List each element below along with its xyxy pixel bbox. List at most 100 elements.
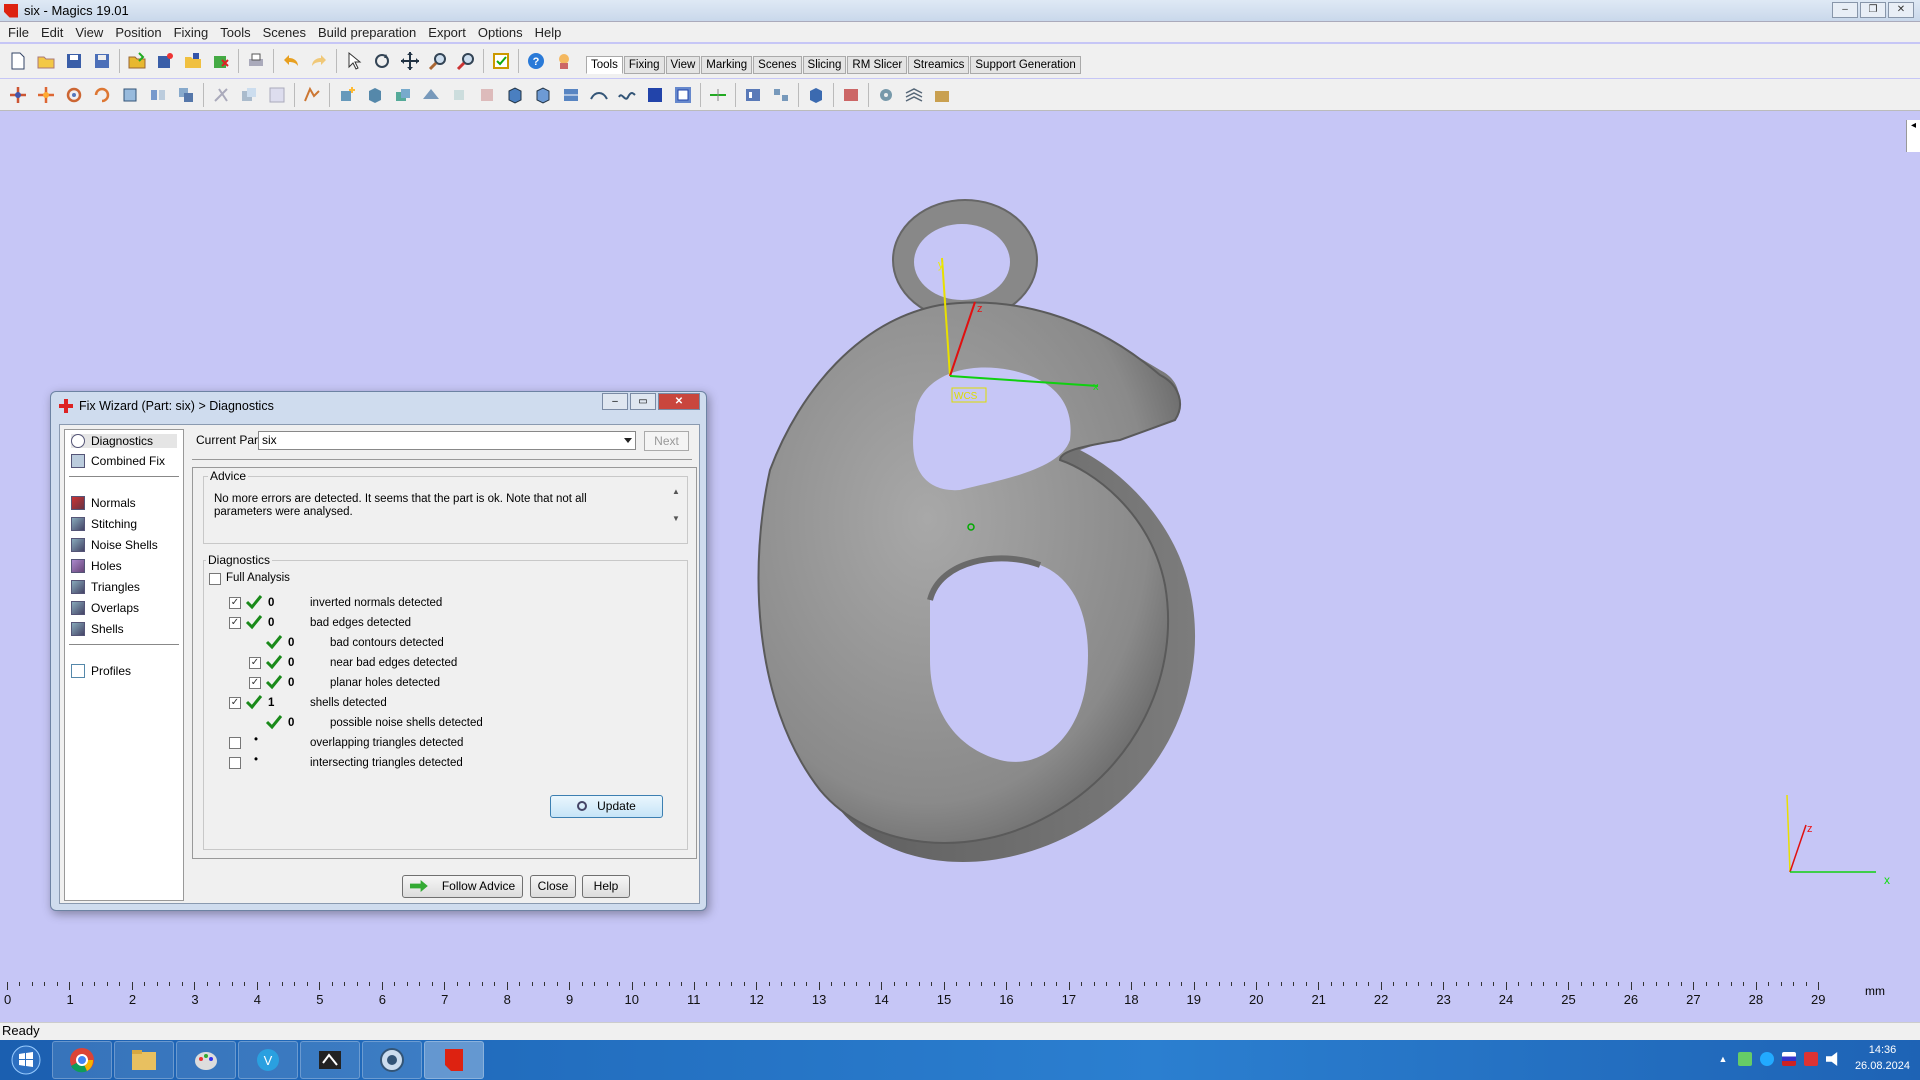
- package-icon[interactable]: [930, 83, 954, 107]
- pan-view-icon[interactable]: [398, 49, 422, 73]
- unload-part-icon[interactable]: [209, 49, 233, 73]
- tab-marking[interactable]: Marking: [701, 56, 753, 74]
- translate-to-default-icon[interactable]: [34, 83, 58, 107]
- app-taskbar-icon[interactable]: [362, 1041, 422, 1079]
- surface-icon[interactable]: [419, 83, 443, 107]
- vpn-tray-icon[interactable]: [1760, 1052, 1774, 1066]
- support-gear-icon[interactable]: [874, 83, 898, 107]
- explorer-taskbar-icon[interactable]: [114, 1041, 174, 1079]
- zoom-window-icon[interactable]: [454, 49, 478, 73]
- nesting-icon[interactable]: [769, 83, 793, 107]
- dialog-minimize-button[interactable]: –: [602, 393, 628, 410]
- zoom-icon[interactable]: [426, 49, 450, 73]
- new-file-icon[interactable]: [6, 49, 30, 73]
- rotate-part-icon[interactable]: [62, 83, 86, 107]
- close-window-button[interactable]: ✕: [1888, 2, 1914, 18]
- section-icon[interactable]: [559, 83, 583, 107]
- menu-tools[interactable]: Tools: [214, 25, 256, 40]
- translate-icon[interactable]: [6, 83, 30, 107]
- tab-fixing[interactable]: Fixing: [623, 56, 665, 74]
- build-processor-icon[interactable]: [839, 83, 863, 107]
- bad-edges-checkbox[interactable]: ✓: [229, 617, 241, 629]
- nav-shells[interactable]: Shells: [71, 622, 124, 636]
- platform-icon[interactable]: [741, 83, 765, 107]
- save-as-icon[interactable]: [90, 49, 114, 73]
- help-icon[interactable]: ?: [524, 49, 548, 73]
- nav-triangles[interactable]: Triangles: [71, 580, 140, 594]
- advice-scrollbar[interactable]: ▲ ▼: [669, 487, 683, 531]
- dialog-maximize-button[interactable]: ▭: [630, 393, 656, 410]
- menu-fixing[interactable]: Fixing: [168, 25, 215, 40]
- language-flag-icon[interactable]: [1782, 1052, 1796, 1066]
- save-icon[interactable]: [62, 49, 86, 73]
- clock[interactable]: 14:36 26.08.2024: [1855, 1042, 1910, 1074]
- solid-view-icon[interactable]: [643, 83, 667, 107]
- nav-combined-fix[interactable]: Combined Fix: [71, 454, 165, 468]
- menu-position[interactable]: Position: [109, 25, 167, 40]
- start-button[interactable]: [0, 1040, 52, 1080]
- tab-scenes[interactable]: Scenes: [753, 56, 802, 74]
- measure-icon[interactable]: [300, 83, 324, 107]
- menu-build-preparation[interactable]: Build preparation: [312, 25, 422, 40]
- scanner-taskbar-icon[interactable]: [300, 1041, 360, 1079]
- flag-icon[interactable]: [1804, 1052, 1818, 1066]
- menu-options[interactable]: Options: [472, 25, 529, 40]
- nav-stitching[interactable]: Stitching: [71, 517, 137, 531]
- import-part-icon[interactable]: [125, 49, 149, 73]
- hollow-icon[interactable]: [265, 83, 289, 107]
- menu-view[interactable]: View: [69, 25, 109, 40]
- extrude-icon[interactable]: [447, 83, 471, 107]
- cube-view-icon[interactable]: [531, 83, 555, 107]
- shells-checkbox[interactable]: ✓: [229, 697, 241, 709]
- tab-rm-slicer[interactable]: RM Slicer: [847, 56, 908, 74]
- viewport-pin-icon[interactable]: ◂: [1906, 120, 1920, 152]
- smooth-icon[interactable]: [587, 83, 611, 107]
- offset-icon[interactable]: [475, 83, 499, 107]
- follow-advice-button[interactable]: Follow Advice: [402, 875, 523, 898]
- network-icon[interactable]: [1738, 1052, 1752, 1066]
- nav-diagnostics[interactable]: Diagnostics: [71, 434, 177, 448]
- shell-icon[interactable]: [391, 83, 415, 107]
- volume-icon[interactable]: [1826, 1052, 1838, 1066]
- select-part-icon[interactable]: [342, 49, 366, 73]
- overlapping-triangles-checkbox[interactable]: [229, 737, 241, 749]
- nav-normals[interactable]: Normals: [71, 496, 136, 510]
- planar-holes-checkbox[interactable]: ✓: [249, 677, 261, 689]
- update-button[interactable]: Update: [550, 795, 663, 818]
- paint-taskbar-icon[interactable]: [176, 1041, 236, 1079]
- restore-button[interactable]: ❐: [1860, 2, 1886, 18]
- boolean-icon[interactable]: [237, 83, 261, 107]
- undo-icon[interactable]: [279, 49, 303, 73]
- full-analysis-checkbox[interactable]: [209, 573, 221, 585]
- fix-wizard-icon[interactable]: [489, 49, 513, 73]
- primitive-icon[interactable]: [363, 83, 387, 107]
- context-help-icon[interactable]: [552, 49, 576, 73]
- menu-edit[interactable]: Edit: [35, 25, 69, 40]
- frame-view-icon[interactable]: [671, 83, 695, 107]
- tab-slicing[interactable]: Slicing: [802, 56, 847, 74]
- print-icon[interactable]: [244, 49, 268, 73]
- box-icon[interactable]: [503, 83, 527, 107]
- rescale-icon[interactable]: [118, 83, 142, 107]
- rotate-interactive-icon[interactable]: [90, 83, 114, 107]
- tab-support-generation[interactable]: Support Generation: [970, 56, 1081, 74]
- save-part-icon[interactable]: [153, 49, 177, 73]
- nav-overlaps[interactable]: Overlaps: [71, 601, 139, 615]
- magics-taskbar-icon[interactable]: [424, 1041, 484, 1079]
- rotate-view-icon[interactable]: [370, 49, 394, 73]
- mirror-icon[interactable]: [146, 83, 170, 107]
- open-folder-icon[interactable]: [34, 49, 58, 73]
- nav-noise-shells[interactable]: Noise Shells: [71, 538, 158, 552]
- next-button[interactable]: Next: [644, 431, 689, 451]
- near-bad-edges-checkbox[interactable]: ✓: [249, 657, 261, 669]
- tab-view[interactable]: View: [665, 56, 701, 74]
- nav-profiles[interactable]: Profiles: [71, 664, 131, 678]
- chrome-taskbar-icon[interactable]: [52, 1041, 112, 1079]
- load-scene-icon[interactable]: [181, 49, 205, 73]
- add-part-icon[interactable]: [335, 83, 359, 107]
- intersecting-triangles-checkbox[interactable]: [229, 757, 241, 769]
- wave-icon[interactable]: [615, 83, 639, 107]
- cut-icon[interactable]: [209, 83, 233, 107]
- inverted-normals-checkbox[interactable]: ✓: [229, 597, 241, 609]
- layers-icon[interactable]: [902, 83, 926, 107]
